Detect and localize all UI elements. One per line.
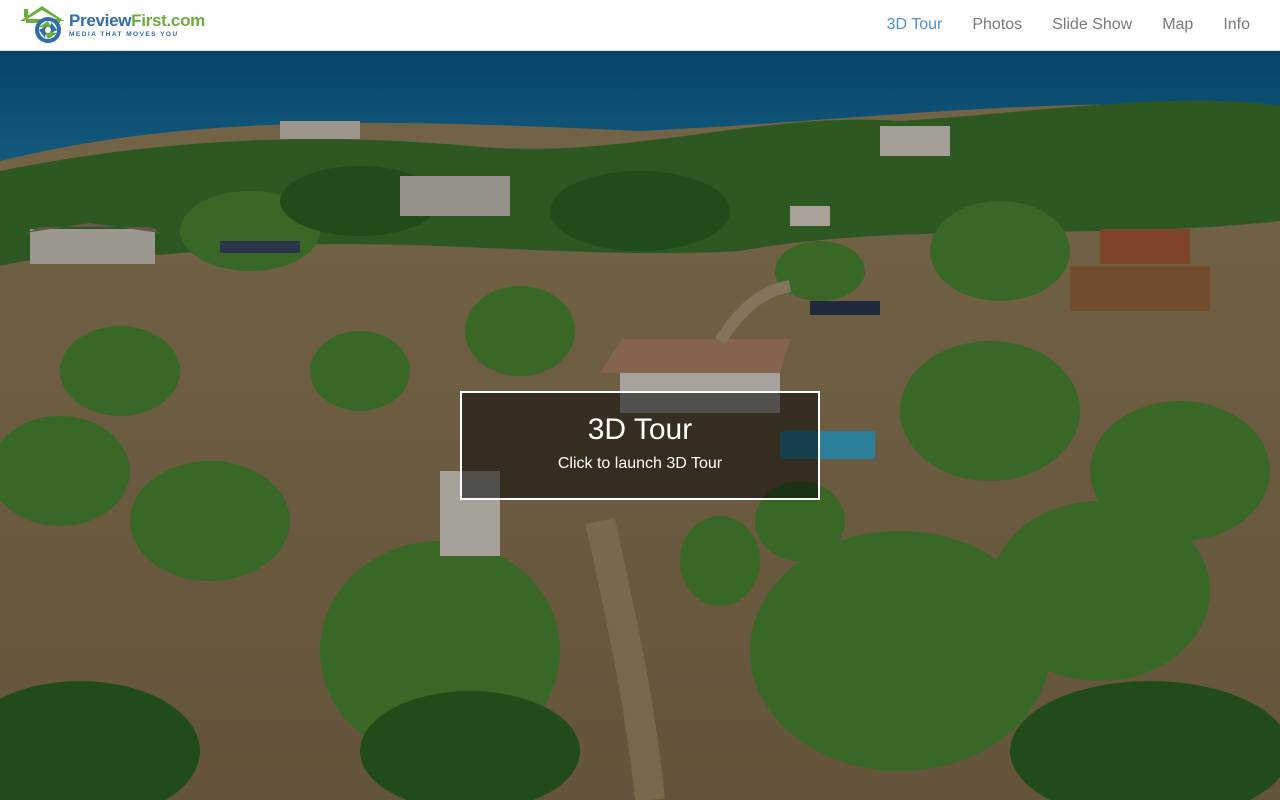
brand-logo[interactable]: PreviewFirst.com MEDIA THAT MOVES YOU	[18, 5, 205, 45]
nav-info[interactable]: Info	[1223, 16, 1250, 34]
nav-map[interactable]: Map	[1162, 16, 1193, 34]
nav-photos[interactable]: Photos	[972, 16, 1022, 34]
launch-subtitle: Click to launch 3D Tour	[557, 455, 723, 472]
hero-panel[interactable]: 3D Tour Click to launch 3D Tour	[0, 51, 1280, 800]
brand-wordmark: PreviewFirst.com MEDIA THAT MOVES YOU	[69, 12, 205, 39]
house-camera-shutter-icon	[18, 5, 68, 45]
brand-tagline: MEDIA THAT MOVES YOU	[69, 30, 179, 38]
brand-name-part-b: First.com	[131, 10, 205, 30]
brand-name-part-a: Preview	[69, 10, 132, 30]
main-nav: 3D Tour Photos Slide Show Map Info	[857, 0, 1250, 50]
brand-name: PreviewFirst.com	[69, 12, 205, 29]
nav-3d-tour[interactable]: 3D Tour	[887, 16, 943, 34]
launch-3d-tour-button[interactable]: 3D Tour Click to launch 3D Tour	[460, 391, 820, 500]
nav-slide-show[interactable]: Slide Show	[1052, 16, 1132, 34]
launch-title: 3D Tour	[587, 413, 693, 446]
top-navbar: PreviewFirst.com MEDIA THAT MOVES YOU 3D…	[0, 0, 1280, 51]
